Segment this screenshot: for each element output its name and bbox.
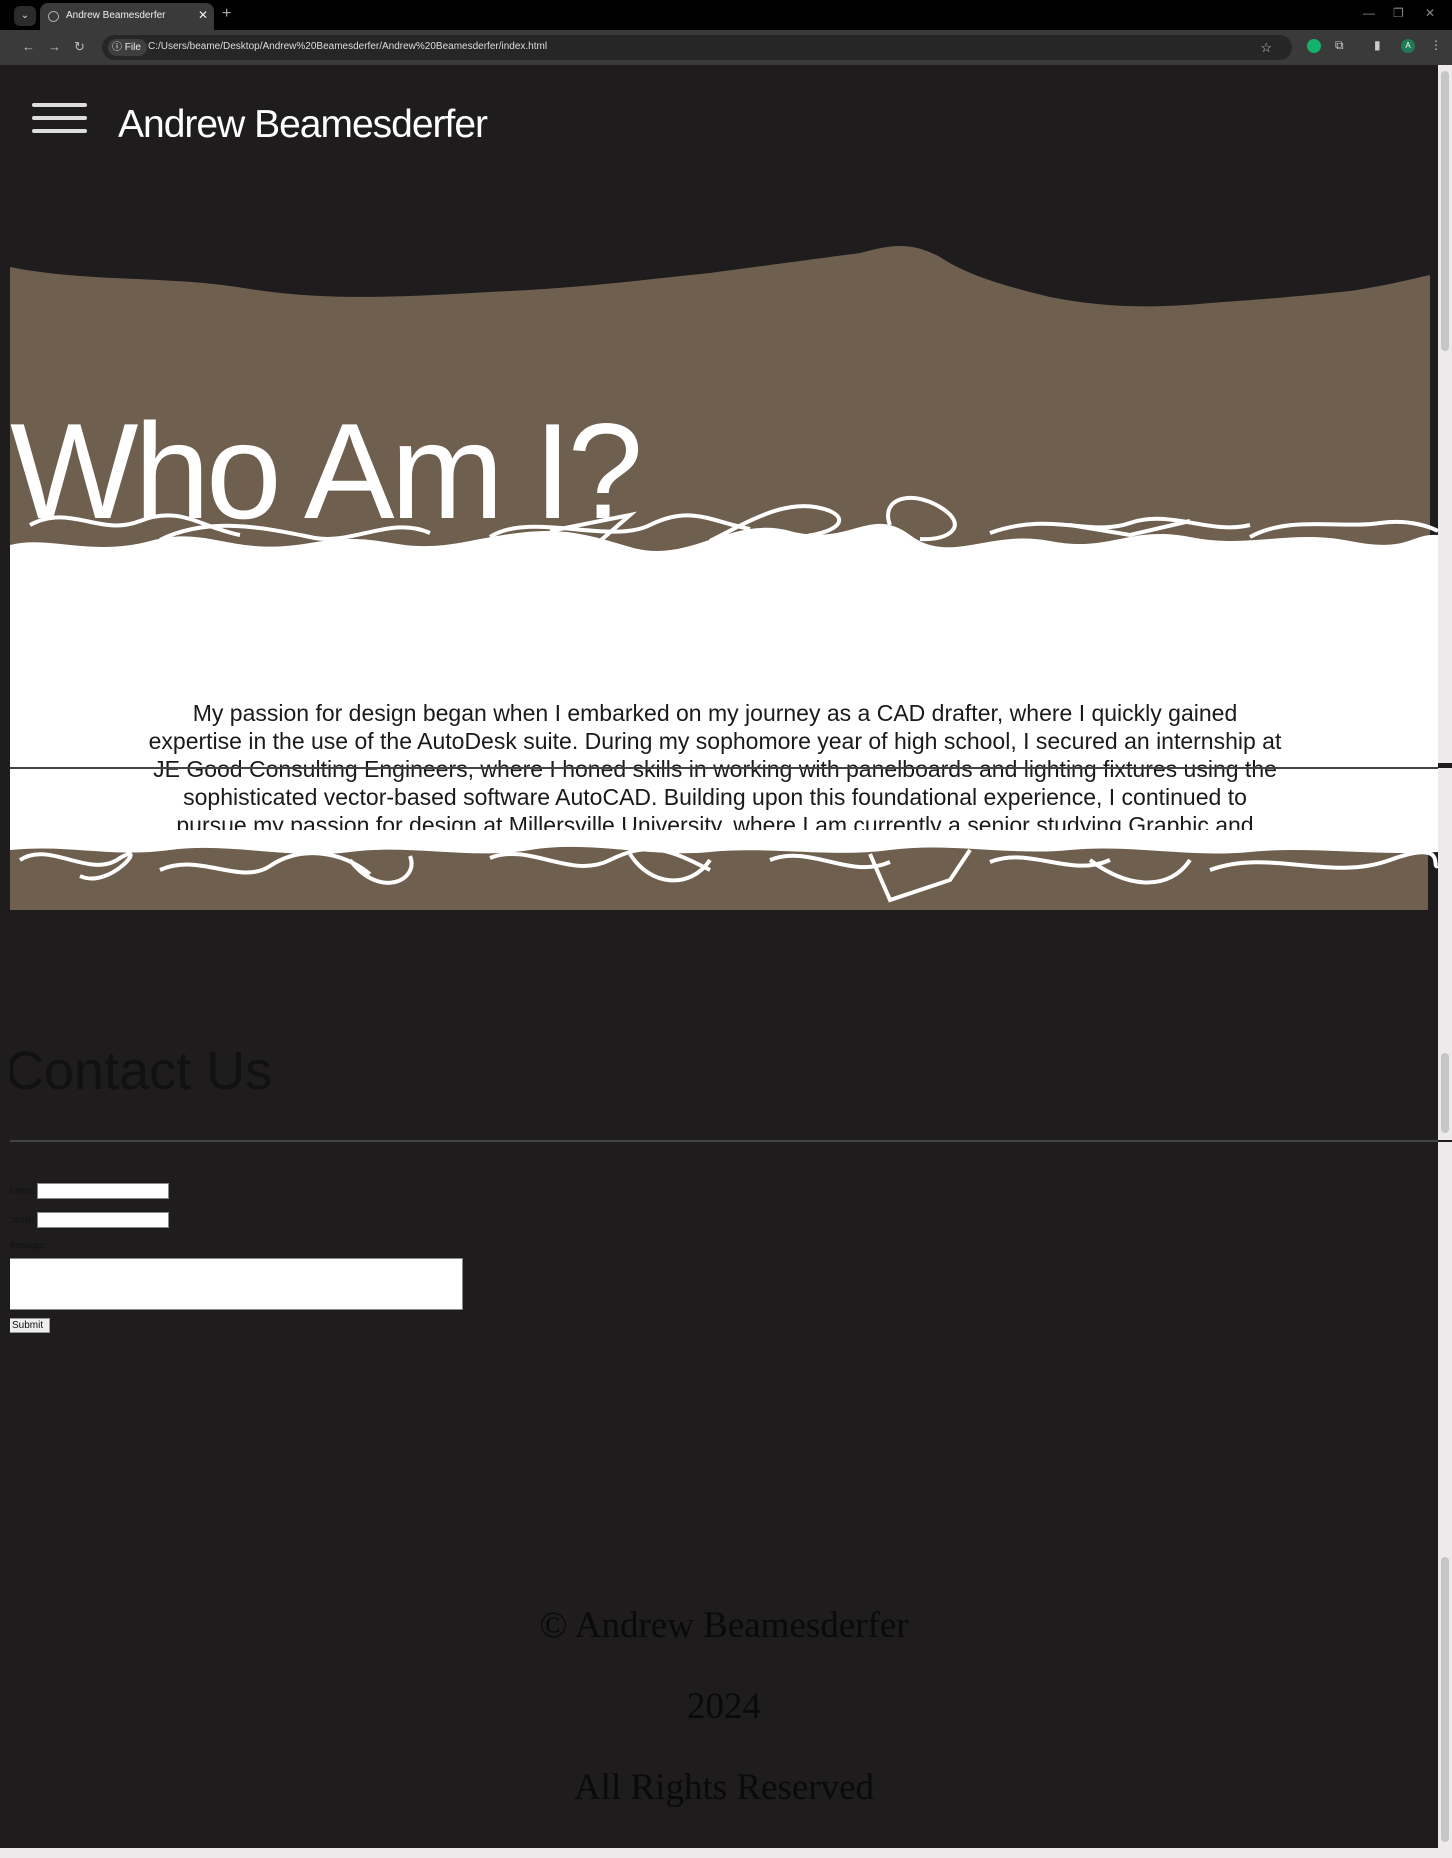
frame-divider [10, 767, 1438, 769]
scrollbar-thumb[interactable] [1441, 1053, 1449, 1133]
about-section: My passion for design began when I embar… [10, 570, 1438, 866]
footer-copyright: © Andrew Beamesderfer [539, 1605, 909, 1646]
email-row: Email: [10, 1212, 170, 1228]
footer-year: 2024 [687, 1686, 761, 1727]
back-icon[interactable]: ← [22, 39, 35, 54]
vertical-scrollbar-top[interactable] [1438, 65, 1452, 763]
email-input[interactable] [37, 1212, 170, 1228]
profile-avatar[interactable]: A [1401, 39, 1415, 53]
message-label: Message: [10, 1239, 47, 1251]
reload-icon[interactable]: ↻ [74, 39, 85, 55]
browser-toolbar: ← → ↻ ⓘ File C:/Users/beame/Desktop/Andr… [0, 30, 1452, 65]
close-window-icon[interactable]: ✕ [1425, 6, 1435, 20]
browser-tab[interactable]: Andrew Beamesderfer ✕ [40, 3, 214, 30]
message-textarea[interactable] [10, 1258, 463, 1310]
new-tab-button[interactable]: + [222, 5, 231, 23]
scrollbar-thumb[interactable] [1441, 1557, 1449, 1842]
email-label: Email: [10, 1213, 35, 1226]
name-input[interactable] [37, 1183, 170, 1199]
url-text[interactable]: C:/Users/beame/Desktop/Andrew%20Beamesde… [148, 41, 547, 52]
bookmark-star-icon[interactable]: ☆ [1260, 40, 1272, 56]
scribble-brown-band [10, 830, 1438, 910]
vertical-scrollbar-bottom[interactable] [1438, 1142, 1452, 1848]
web-page: Andrew Beamesderfer Who Am I? My passion… [10, 65, 1438, 1848]
minimize-icon[interactable]: — [1363, 6, 1375, 20]
side-panel-icon[interactable]: ▮ [1374, 38, 1381, 52]
footer-rights: All Rights Reserved [573, 1767, 875, 1808]
globe-icon [48, 11, 59, 22]
site-name[interactable]: Andrew Beamesderfer [118, 103, 488, 147]
scrollbar-thumb[interactable] [1441, 71, 1449, 351]
extensions-puzzle-icon[interactable]: ⧉ [1335, 38, 1344, 53]
name-row: Name: [10, 1183, 170, 1199]
footer: © Andrew Beamesderfer 2024 All Rights Re… [10, 1585, 1438, 1828]
horizontal-scrollbar[interactable] [0, 1848, 1452, 1858]
close-tab-icon[interactable]: ✕ [198, 8, 208, 22]
forward-icon[interactable]: → [48, 39, 61, 54]
name-label: Name: [10, 1184, 35, 1197]
hamburger-menu-icon[interactable] [32, 103, 87, 135]
tab-search-button[interactable]: ⌄ [14, 6, 36, 26]
frame-divider [10, 1140, 1438, 1142]
contact-title: Contact Us [10, 1041, 273, 1101]
grammarly-extension-icon[interactable] [1307, 39, 1321, 53]
hero-title: Who Am I? [10, 395, 643, 547]
vertical-scrollbar-mid[interactable] [1438, 768, 1452, 1140]
site-info-chip[interactable]: ⓘ File [108, 39, 147, 56]
file-label: File [124, 42, 141, 53]
tab-strip: ⌄ Andrew Beamesderfer ✕ + — ❐ ✕ [0, 0, 1452, 30]
restore-icon[interactable]: ❐ [1393, 6, 1404, 20]
menu-kebab-icon[interactable]: ⋮ [1430, 38, 1442, 52]
submit-button[interactable]: Submit [10, 1318, 51, 1333]
address-bar[interactable]: ⓘ File C:/Users/beame/Desktop/Andrew%20B… [102, 35, 1292, 60]
tab-title: Andrew Beamesderfer [66, 10, 166, 21]
